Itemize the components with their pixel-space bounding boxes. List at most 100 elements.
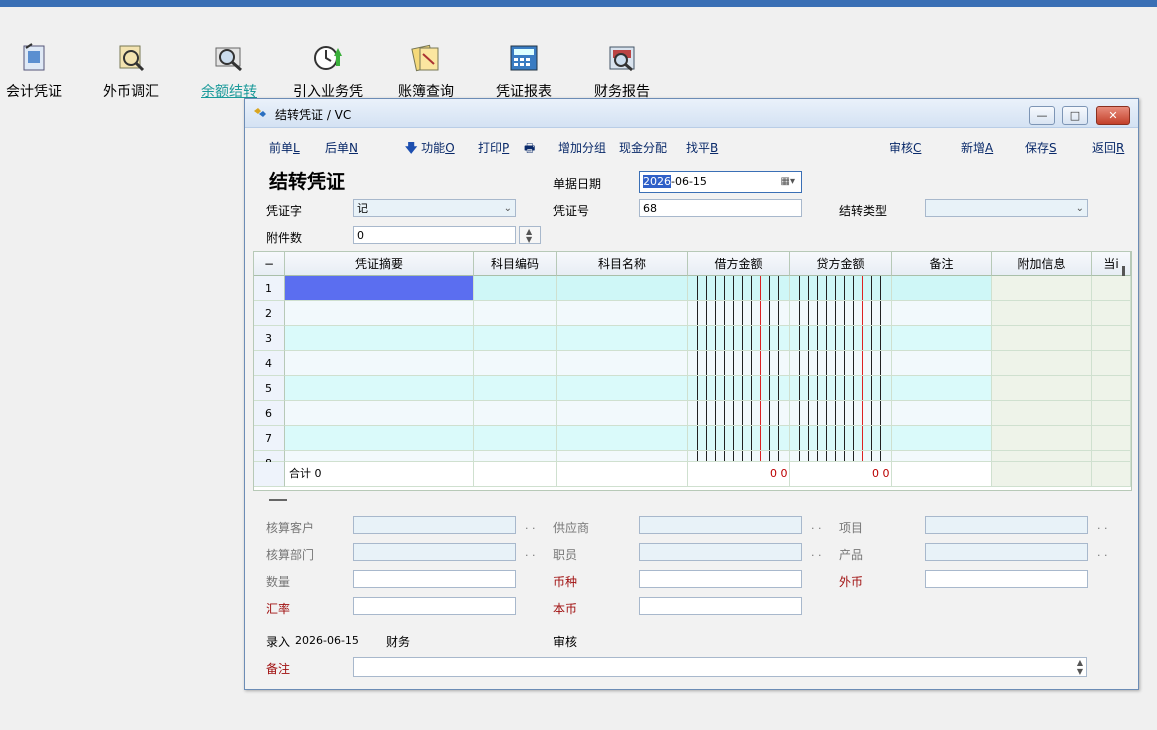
department-lookup-icon[interactable]: . . [525,546,536,559]
supplier-field[interactable] [639,516,802,534]
grid-cell[interactable] [790,426,892,451]
project-field[interactable] [925,516,1088,534]
date-field[interactable]: 2026-06-15 ▦▾ [639,171,802,193]
grid-cell[interactable] [688,451,790,462]
print-button[interactable]: 打印P [478,139,509,156]
department-field[interactable] [353,543,516,561]
grid-cell[interactable] [474,301,557,326]
row-number[interactable]: 3 [254,326,285,351]
grid-cell[interactable] [285,351,474,376]
print-preview-button[interactable]: 🖶 [524,139,535,160]
grid-cell[interactable] [474,326,557,351]
launcher-accounting-voucher[interactable]: 会计凭证 [2,40,66,102]
grid-corner[interactable]: − [254,252,285,276]
grid-cell[interactable] [1092,401,1131,426]
product-lookup-icon[interactable]: . . [1097,546,1108,559]
scroll-up-icon[interactable]: ▲ [1077,659,1083,667]
project-lookup-icon[interactable]: . . [1097,519,1108,532]
grid-cell[interactable] [790,301,892,326]
grid-cell[interactable] [688,351,790,376]
spin-down-icon[interactable]: ▼ [526,236,532,244]
scroll-down-icon[interactable]: ▼ [1077,668,1083,676]
grid-cell[interactable] [557,426,688,451]
foreign-amount-field[interactable] [925,570,1088,588]
save-button[interactable]: 保存S [1025,139,1057,156]
grid-cell[interactable] [557,451,688,462]
attachment-count-stepper[interactable]: ▲ ▼ [519,226,541,244]
row-number[interactable]: 1 [254,276,285,301]
grid-cell[interactable] [557,351,688,376]
grid-cell[interactable] [285,451,474,462]
grid-cell[interactable] [688,276,790,301]
window-titlebar[interactable]: 结转凭证 / VC — □ ✕ [245,99,1138,128]
currency-field[interactable] [639,570,802,588]
grid-cell[interactable] [992,401,1092,426]
grid-cell[interactable] [892,301,992,326]
staff-field[interactable] [639,543,802,561]
add-group-button[interactable]: 增加分组 [558,139,606,156]
cash-allocation-button[interactable]: 现金分配 [619,139,667,156]
grid-cell[interactable] [474,426,557,451]
next-button[interactable]: 后单N [325,139,358,156]
launcher-voucher-report[interactable]: 凭证报表 [490,40,558,102]
minimize-button[interactable]: — [1029,106,1055,125]
row-number[interactable]: 7 [254,426,285,451]
grid-cell[interactable] [688,426,790,451]
supplier-lookup-icon[interactable]: . . [811,519,822,532]
grid-cell[interactable] [892,401,992,426]
launcher-currency-adjust[interactable]: 外币调汇 [98,40,164,102]
collapse-handle[interactable] [269,499,287,501]
grid-cell[interactable] [557,276,688,301]
grid-cell[interactable] [285,426,474,451]
col-current[interactable]: 当i [1092,252,1131,276]
launcher-balance-carry[interactable]: 余额结转 [196,40,262,102]
grid-cell[interactable] [790,376,892,401]
grid-cell[interactable] [992,451,1092,462]
close-button[interactable]: ✕ [1096,106,1130,125]
grid-cell[interactable] [557,326,688,351]
grid-cell[interactable] [1092,426,1131,451]
return-button[interactable]: 返回R [1092,139,1124,156]
audit-button[interactable]: 审核C [889,139,921,156]
grid-cell[interactable] [1092,326,1131,351]
grid-cell[interactable] [790,326,892,351]
grid-cell[interactable] [1092,276,1131,301]
col-extra-info[interactable]: 附加信息 [992,252,1092,276]
calendar-dropdown-icon[interactable]: ▦▾ [781,172,795,192]
grid-cell[interactable] [285,401,474,426]
grid-cell[interactable] [992,351,1092,376]
row-number[interactable]: 5 [254,376,285,401]
grid-cell[interactable] [474,376,557,401]
grid-cell[interactable] [688,401,790,426]
grid-cell[interactable] [892,451,992,462]
customer-field[interactable] [353,516,516,534]
grid-cell[interactable] [992,426,1092,451]
col-account-name[interactable]: 科目名称 [557,252,688,276]
launcher-ledger-query[interactable]: 账簿查询 [392,40,460,102]
grid-cell[interactable] [892,326,992,351]
grid-cell[interactable] [790,351,892,376]
grid-cell[interactable] [992,301,1092,326]
grid-cell[interactable] [992,376,1092,401]
memo-field[interactable]: ▲ ▼ [353,657,1087,677]
grid-cell[interactable] [892,351,992,376]
col-account-code[interactable]: 科目编码 [474,252,557,276]
grid-cell[interactable] [557,376,688,401]
col-remark[interactable]: 备注 [892,252,992,276]
grid-cell[interactable] [1092,376,1131,401]
row-number[interactable]: 4 [254,351,285,376]
grid-cell[interactable] [285,376,474,401]
grid-cell[interactable] [790,401,892,426]
grid-cell[interactable] [790,276,892,301]
row-number[interactable]: 2 [254,301,285,326]
exchange-rate-field[interactable] [353,597,516,615]
grid-cell[interactable] [285,301,474,326]
grid-cell[interactable] [892,376,992,401]
customer-lookup-icon[interactable]: . . [525,519,536,532]
quantity-field[interactable] [353,570,516,588]
prev-button[interactable]: 前单L [269,139,300,156]
grid-cell[interactable] [1092,301,1131,326]
col-credit[interactable]: 贷方金额 [790,252,892,276]
new-button[interactable]: 新增A [961,139,993,156]
grid-cell[interactable] [285,276,474,301]
